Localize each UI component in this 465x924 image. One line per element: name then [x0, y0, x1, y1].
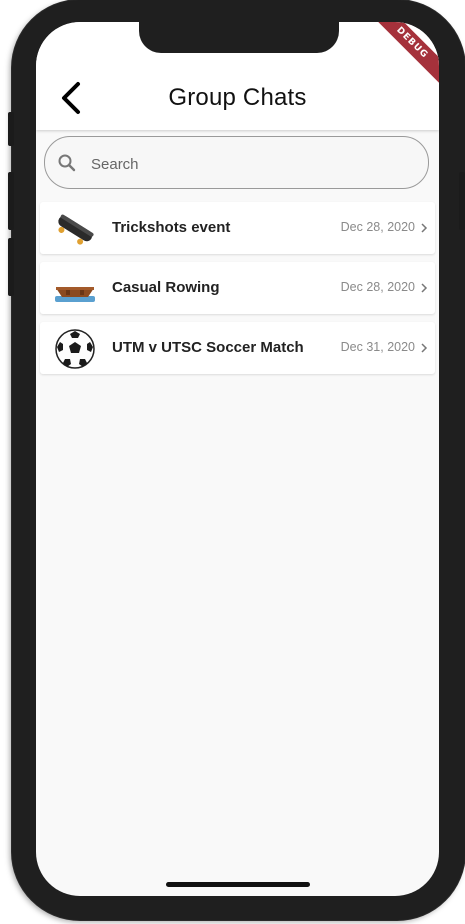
chat-row-rowing[interactable]: Casual Rowing Dec 28, 2020 [40, 262, 435, 314]
chat-list: Trickshots event Dec 28, 2020 Casual Row… [40, 202, 435, 382]
device-notch [139, 22, 339, 53]
chat-date: Dec 28, 2020 [340, 220, 415, 234]
chevron-right-icon [421, 283, 428, 293]
soccer-ball-icon [55, 329, 95, 369]
chat-date: Dec 31, 2020 [340, 340, 415, 354]
volume-up-button [8, 172, 14, 230]
chat-title: UTM v UTSC Soccer Match [112, 339, 304, 356]
chat-row-trickshots[interactable]: Trickshots event Dec 28, 2020 [40, 202, 435, 254]
volume-down-button [8, 238, 14, 296]
power-button [459, 172, 465, 230]
chat-row-soccer[interactable]: UTM v UTSC Soccer Match Dec 31, 2020 [40, 322, 435, 374]
chat-title: Trickshots event [112, 219, 231, 236]
chevron-right-icon [421, 343, 428, 353]
chat-title: Casual Rowing [112, 279, 220, 296]
search-input[interactable] [89, 149, 413, 179]
search-icon [58, 154, 76, 172]
skateboard-icon [58, 214, 94, 245]
chevron-right-icon [421, 223, 428, 233]
mute-switch [8, 112, 14, 146]
chat-date: Dec 28, 2020 [340, 280, 415, 294]
rowboat-icon [55, 287, 95, 302]
page-title: Group Chats [168, 84, 307, 111]
search-bar[interactable] [44, 136, 429, 189]
home-indicator[interactable] [166, 882, 310, 887]
app-screen: DEBUG Group Chats Trickshots [36, 22, 439, 896]
